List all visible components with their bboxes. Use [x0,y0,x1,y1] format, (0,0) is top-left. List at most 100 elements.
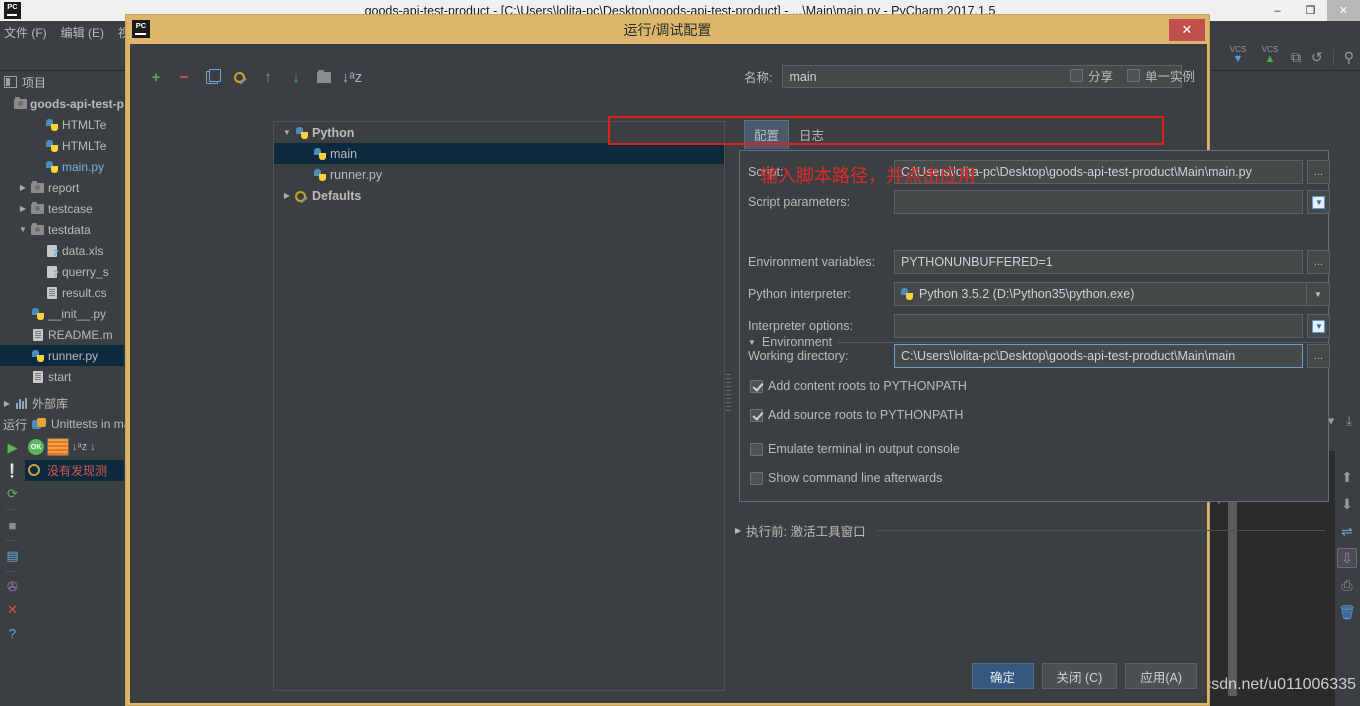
run-result-row[interactable]: 没有发现测 [25,460,124,481]
stop-icon[interactable]: ■ [3,515,23,535]
python-interpreter-select[interactable]: Python 3.5.2 (D:\Python35\python.exe) [894,282,1307,306]
list-item[interactable]: ? querry_s [0,261,124,282]
edit-defaults-button[interactable] [232,69,248,85]
emulate-terminal-checkbox[interactable]: Emulate terminal in output console [750,442,960,456]
config-tree-item[interactable]: ▼ Python [274,122,724,143]
twisty-icon[interactable]: ▶ [16,183,30,192]
config-tree-item[interactable]: runner.py [274,164,724,185]
move-into-folder-button[interactable] [316,69,332,85]
sort-duration-icon[interactable]: ↓ [90,441,96,453]
list-item[interactable]: README.m [0,324,124,345]
python-test-icon [32,417,47,431]
dialog-splitter[interactable] [726,374,731,414]
script-browse-button[interactable]: ... [1307,160,1330,184]
dialog-close-button[interactable]: ✕ [1169,19,1205,41]
copy-configuration-button[interactable] [204,68,221,85]
menu-item-edit[interactable]: 编辑 (E) [61,24,104,41]
twisty-icon[interactable]: ▶ [280,191,294,200]
vcs-commit-icon[interactable]: VCS ▲ [1259,46,1281,68]
interpreter-options-input[interactable] [894,314,1303,338]
rerun-icon[interactable]: ⟳ [3,484,23,504]
add-content-roots-checkbox[interactable]: Add content roots to PYTHONPATH [750,379,967,393]
export-icon[interactable]: ⤓ [1346,413,1352,429]
console-icon[interactable]: ▤ [3,546,23,566]
ok-badge-icon[interactable]: OK [28,439,44,455]
configuration-tree[interactable]: ▼ Python main runner.py ▶ Defaults [273,121,725,691]
tab-logs[interactable]: 日志 [789,120,834,149]
help-icon[interactable]: ? [3,623,23,643]
config-tree-item[interactable]: ▶ Defaults [274,185,724,206]
list-item[interactable]: goods-api-test-p [0,93,124,114]
project-panel-header[interactable]: 项目 [0,71,124,93]
remove-configuration-button[interactable]: − [176,69,192,86]
clear-all-icon[interactable]: 🗑 [1337,602,1357,622]
twisty-icon[interactable]: ▼ [16,225,30,234]
environment-variables-browse-button[interactable]: ... [1307,250,1330,274]
twisty-icon[interactable]: ▶ [0,399,14,408]
list-item[interactable]: HTMLTe [0,114,124,135]
minimize-button[interactable]: – [1261,0,1294,21]
maximize-button[interactable]: ❐ [1294,0,1327,21]
single-instance-checkbox[interactable]: 单一实例 [1126,66,1195,85]
scroll-to-end-icon[interactable]: ⇩ [1337,548,1357,568]
close-icon[interactable]: ✕ [3,600,23,620]
cancel-button[interactable]: 关闭 (C) [1041,663,1118,689]
project-file-tree[interactable]: goods-api-test-p HTMLTe HTMLTe main.py ▶… [0,93,124,414]
pin-icon[interactable]: ✇ [3,577,23,597]
script-parameters-label: Script parameters: [748,195,851,209]
list-item-label: __init__.py [48,306,107,321]
list-item[interactable]: ▶ testcase [0,198,124,219]
show-command-line-checkbox[interactable]: Show command line afterwards [750,471,942,485]
show-passed-icon[interactable] [47,438,69,456]
diff-icon[interactable]: ⧉ [1291,49,1301,66]
search-icon[interactable]: ⚲ [1344,49,1354,66]
editor-scrollbar[interactable] [1228,471,1237,696]
tab-configuration[interactable]: 配置 [744,120,790,149]
alert-icon[interactable]: ❕ [3,461,23,481]
close-button[interactable]: ✕ [1327,0,1360,21]
unknown-file-icon: ? [44,244,59,257]
working-directory-browse-button[interactable]: ... [1307,344,1330,368]
menu-item-file[interactable]: 文件 (F) [4,24,47,41]
vcs-update-icon[interactable]: VCS ▼ [1227,46,1249,68]
apply-button[interactable]: 应用(A) [1125,663,1197,689]
environment-variables-input[interactable]: PYTHONUNBUFFERED=1 [894,250,1303,274]
list-item[interactable]: ▶ report [0,177,124,198]
config-tree-item[interactable]: main [274,143,724,164]
run-icon[interactable]: ▶ [3,438,23,458]
soft-wrap-icon[interactable]: ⇌ [1337,521,1357,541]
run-config-name[interactable]: Unittests in ma [51,417,130,431]
list-item-label: result.cs [62,285,107,300]
twisty-icon[interactable]: ▼ [280,128,294,137]
revert-icon[interactable]: ↺ [1311,49,1323,66]
script-parameters-input[interactable] [894,190,1303,214]
list-item[interactable]: ▼ testdata [0,219,124,240]
external-libraries-node[interactable]: ▶ 外部库 [0,392,124,414]
before-launch-section[interactable]: ▶ 执行前: 激活工具窗口 [735,521,1325,540]
share-checkbox[interactable]: 分享 [1069,66,1113,85]
list-item[interactable]: HTMLTe [0,135,124,156]
twisty-icon[interactable]: ▶ [16,204,30,213]
add-source-roots-checkbox[interactable]: Add source roots to PYTHONPATH [750,408,963,422]
list-item[interactable]: start [0,366,124,387]
list-item[interactable]: main.py [0,156,124,177]
list-item[interactable]: runner.py [0,345,124,366]
chevron-right-icon[interactable]: ▶ [735,526,741,535]
interpreter-options-macro-button[interactable] [1307,314,1330,338]
sort-configurations-button[interactable]: ↓ᵃz [342,69,363,86]
script-parameters-macro-button[interactable] [1307,190,1330,214]
list-item[interactable]: ? data.xls [0,240,124,261]
folder-icon [30,222,45,235]
list-item[interactable]: __init__.py [0,303,124,324]
working-directory-input[interactable]: C:\Users\lolita-pc\Desktop\goods-api-tes… [894,344,1303,368]
scroll-up-icon[interactable]: ⬆ [1337,467,1357,487]
move-down-button[interactable]: ↓ [288,69,304,86]
print-icon[interactable]: ⎙ [1337,575,1357,595]
ok-button[interactable]: 确定 [971,663,1034,689]
add-configuration-button[interactable]: + [148,69,164,86]
list-item[interactable]: result.cs [0,282,124,303]
sort-alpha-icon[interactable]: ↓ᵃz [72,441,87,453]
scroll-down-icon[interactable]: ⬇ [1337,494,1357,514]
move-up-button[interactable]: ↑ [260,69,276,86]
chevron-down-icon[interactable]: ▼ [1307,282,1330,306]
